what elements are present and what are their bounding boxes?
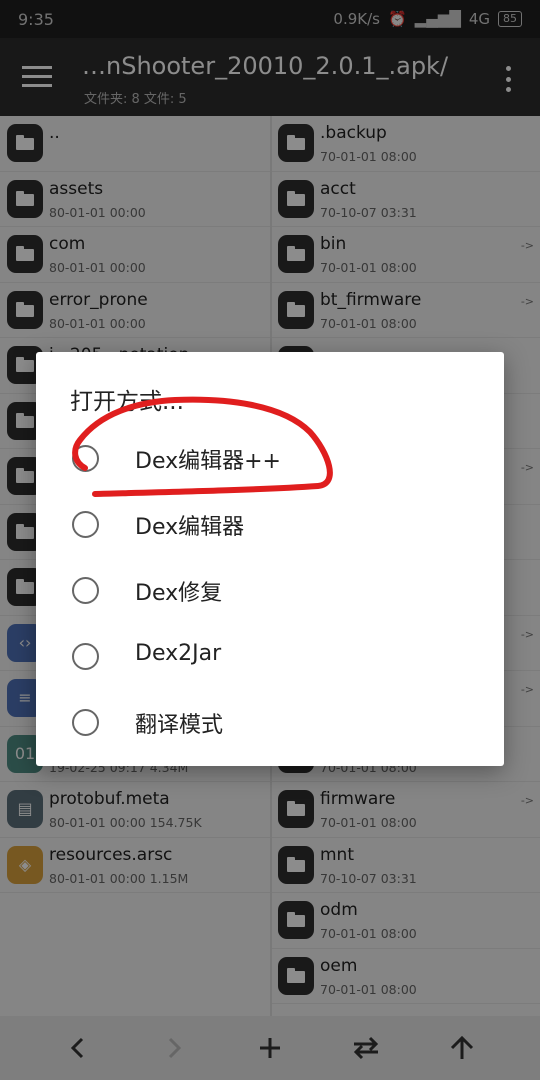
option-label: Dex编辑器++ bbox=[135, 449, 281, 474]
radio-button[interactable] bbox=[72, 445, 99, 472]
radio-button[interactable] bbox=[72, 577, 99, 604]
option-dex-repair[interactable]: Dex修复 bbox=[36, 557, 504, 623]
radio-button[interactable] bbox=[72, 643, 99, 670]
dialog-title: 打开方式... bbox=[70, 389, 184, 415]
open-with-dialog: 打开方式... Dex编辑器++ Dex编辑器 Dex修复 Dex2Jar 翻译… bbox=[36, 352, 504, 766]
radio-button[interactable] bbox=[72, 709, 99, 736]
radio-button[interactable] bbox=[72, 511, 99, 538]
option-dex-editor[interactable]: Dex编辑器 bbox=[36, 491, 504, 557]
option-label: 翻译模式 bbox=[135, 713, 224, 738]
option-label: Dex2Jar bbox=[135, 641, 222, 666]
option-label: Dex修复 bbox=[135, 581, 223, 606]
option-label: Dex编辑器 bbox=[135, 515, 245, 540]
option-dex-editor-plus[interactable]: Dex编辑器++ bbox=[36, 425, 504, 491]
option-translate-mode[interactable]: 翻译模式 bbox=[36, 689, 504, 755]
option-dex2jar[interactable]: Dex2Jar bbox=[36, 623, 504, 689]
